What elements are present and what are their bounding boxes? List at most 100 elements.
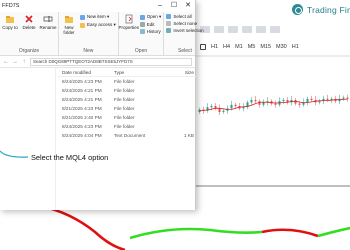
- search-box[interactable]: Search D0QG89PTTQEOT2AD8BTSSE5JYFD7S: [30, 57, 192, 66]
- timeframe-button[interactable]: M5: [248, 44, 256, 50]
- table-row[interactable]: 8/24/2025 4:04 PM Text Document 1 KB: [58, 131, 196, 140]
- timeframe-button[interactable]: H1: [292, 44, 299, 50]
- delete-icon: [24, 14, 34, 24]
- row-date: 8/24/2025 4:23 PM: [62, 124, 102, 129]
- copy-to-button[interactable]: Copy to: [2, 14, 18, 30]
- rename-label: Rename: [39, 25, 57, 30]
- indicator-line-down: [261, 228, 319, 238]
- invert-selection-label: Invert selection: [173, 28, 204, 33]
- address-bar: ← → ↑ Search D0QG89PTTQEOT2AD8BTSSE5JYFD…: [0, 56, 195, 68]
- search-input[interactable]: Search D0QG89PTTQEOT2AD8BTSSE5JYFD7S: [33, 59, 133, 64]
- new-folder-icon: [64, 14, 74, 24]
- table-row[interactable]: 8/24/2025 4:23 PM File folder: [58, 77, 196, 86]
- invert-selection-icon: [166, 28, 172, 33]
- window-controls: – ☐ ✕: [153, 0, 195, 12]
- new-folder-label: New folder: [63, 25, 75, 35]
- open-label: Open ▾: [146, 14, 162, 19]
- open-button[interactable]: Open ▾: [139, 14, 162, 20]
- history-label: History: [146, 29, 161, 34]
- select-all-button[interactable]: Select all: [166, 14, 203, 19]
- minimize-button[interactable]: –: [153, 0, 167, 12]
- ribbon-group-select: Select all Select none Invert selection …: [164, 12, 205, 55]
- easy-access-button[interactable]: Easy access ▾: [80, 22, 116, 28]
- row-date: 8/21/2025 2:40 PM: [62, 115, 102, 120]
- edit-button[interactable]: Edit: [139, 22, 162, 27]
- candle-body: [318, 101, 321, 103]
- title-bar: FFD7S – ☐ ✕: [0, 0, 195, 12]
- candle-body: [242, 107, 245, 109]
- file-list-header: Date modified Type Size: [58, 68, 196, 77]
- rename-button[interactable]: Rename: [39, 14, 57, 30]
- file-explorer-window: FFD7S – ☐ ✕ Copy to Delete Rename Organi…: [0, 0, 204, 210]
- open-icon: [139, 14, 145, 20]
- select-all-label: Select all: [173, 14, 192, 19]
- select-all-icon: [166, 14, 172, 19]
- select-none-button[interactable]: Select none: [166, 21, 203, 26]
- rename-icon: [43, 14, 53, 24]
- forward-arrow-icon[interactable]: →: [12, 59, 18, 65]
- ribbon-group-label: Open: [134, 48, 148, 54]
- column-date-modified[interactable]: Date modified: [58, 70, 114, 75]
- folder-copy-icon: [5, 14, 15, 24]
- invert-selection-button[interactable]: Invert selection: [166, 28, 204, 33]
- moving-average-line: [199, 98, 348, 112]
- row-type: File folder: [114, 97, 135, 102]
- table-row[interactable]: 8/21/2025 2:40 PM File folder: [58, 113, 196, 122]
- back-arrow-icon[interactable]: ←: [3, 59, 9, 65]
- row-date: 8/24/2025 4:21 PM: [62, 88, 102, 93]
- candle-body: [218, 108, 221, 112]
- candle-body: [222, 110, 225, 112]
- table-row[interactable]: 8/24/2025 4:23 PM File folder: [58, 122, 196, 131]
- ribbon-group-organize: Copy to Delete Rename Organize: [0, 12, 59, 55]
- column-type[interactable]: Type: [114, 70, 178, 75]
- screen: H1 H4 M1 M5 M15 M30 H1 Trading Finder FF…: [0, 0, 350, 250]
- row-type: File folder: [114, 88, 135, 93]
- delete-label: Delete: [22, 25, 36, 30]
- new-folder-button[interactable]: New folder: [61, 14, 77, 35]
- copy-to-label: Copy to: [2, 25, 18, 30]
- properties-button[interactable]: Properties: [119, 14, 139, 30]
- timeframe-button[interactable]: M1: [235, 44, 243, 50]
- ribbon: Copy to Delete Rename Organize New folde…: [0, 12, 204, 56]
- column-size[interactable]: Size: [178, 70, 196, 75]
- candle-body: [274, 103, 277, 105]
- properties-icon: [124, 14, 134, 24]
- ribbon-group-new: New folder New item ▾ Easy access ▾ New: [59, 12, 119, 55]
- platform-tab[interactable]: [256, 26, 266, 33]
- candle-body: [346, 97, 349, 99]
- callout-text: Select the MQL4 option: [31, 153, 109, 162]
- edit-label: Edit: [146, 22, 155, 27]
- maximize-button[interactable]: ☐: [167, 0, 181, 12]
- navigation-pane[interactable]: [0, 68, 56, 210]
- timeframe-button[interactable]: H1: [211, 44, 218, 50]
- ribbon-group-label: New: [83, 48, 94, 54]
- table-row[interactable]: 8/24/2025 4:21 PM File folder: [58, 95, 196, 104]
- candle-body: [262, 102, 265, 105]
- platform-tab[interactable]: [228, 26, 238, 33]
- row-type: File folder: [114, 106, 135, 111]
- indicator-line-down: [39, 204, 126, 250]
- close-button[interactable]: ✕: [181, 0, 195, 12]
- up-arrow-icon[interactable]: ↑: [21, 59, 27, 65]
- new-item-button[interactable]: New item ▾: [80, 14, 116, 20]
- table-row[interactable]: 8/24/2025 4:21 PM File folder: [58, 86, 196, 95]
- select-none-icon: [166, 21, 172, 26]
- timeframe-button[interactable]: H4: [223, 44, 230, 50]
- history-button[interactable]: History: [139, 29, 162, 34]
- platform-tab[interactable]: [270, 26, 280, 33]
- delete-button[interactable]: Delete: [21, 14, 37, 30]
- indicator-line-up: [129, 227, 263, 240]
- row-date: 8/24/2025 4:04 PM: [62, 133, 102, 138]
- platform-tab[interactable]: [214, 26, 224, 33]
- platform-tab[interactable]: [242, 26, 252, 33]
- timeframe-button[interactable]: M30: [276, 44, 287, 50]
- candle-body: [234, 104, 237, 106]
- candle-body: [310, 98, 313, 100]
- edit-icon: [139, 22, 145, 27]
- candle-body: [250, 100, 253, 103]
- new-item-icon: [80, 14, 85, 20]
- ribbon-group-open: Properties Open ▾ Edit History Open: [119, 12, 165, 55]
- timeframe-button[interactable]: M15: [260, 44, 271, 50]
- row-type: File folder: [114, 79, 135, 84]
- table-row[interactable]: 8/21/2025 4:23 PM File folder: [58, 104, 196, 113]
